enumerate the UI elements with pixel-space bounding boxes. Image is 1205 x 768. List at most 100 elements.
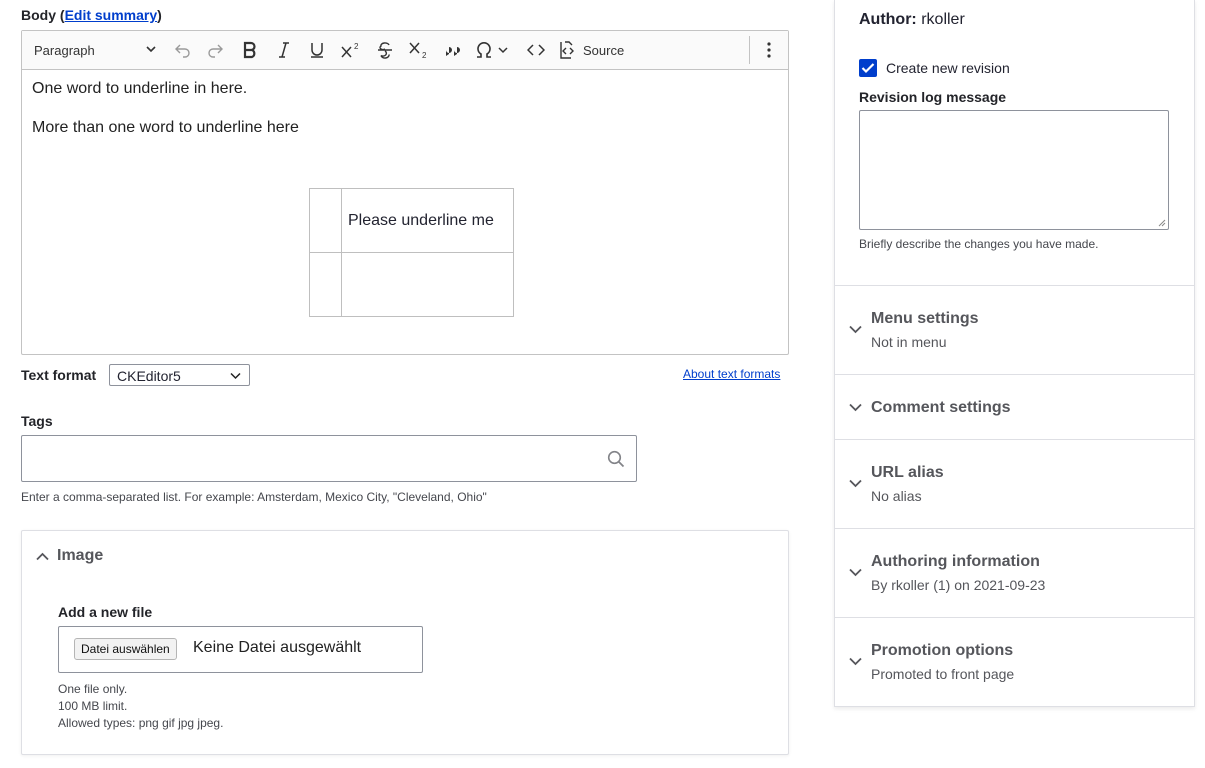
url-alias-section[interactable]: URL alias No alias	[835, 439, 1194, 528]
body-label-prefix: Body (	[21, 7, 65, 23]
file-desc-line: One file only.	[58, 682, 128, 696]
image-summary-label: Image	[57, 547, 104, 564]
image-summary-toggle[interactable]: Image	[36, 547, 103, 565]
chevron-down-icon	[849, 325, 862, 334]
source-editing-button[interactable]: Source	[557, 31, 629, 69]
no-file-text: Keine Datei ausgewählt	[193, 639, 362, 656]
section-summary: By rkoller (1) on 2021-09-23	[871, 577, 1046, 593]
undo-icon	[175, 44, 190, 58]
tags-label: Tags	[21, 413, 53, 429]
file-upload-input: Datei auswählen Keine Datei ausgewählt	[58, 626, 423, 673]
bold-button[interactable]	[238, 31, 262, 69]
table-cell[interactable]	[309, 252, 342, 317]
promotion-options-section[interactable]: Promotion options Promoted to front page	[835, 617, 1194, 706]
more-items-button[interactable]	[757, 31, 781, 69]
redo-button[interactable]	[203, 31, 227, 69]
editor-paragraph-2[interactable]: More than one word to underline here	[32, 118, 778, 137]
special-characters-icon	[477, 42, 491, 58]
section-title: Comment settings	[871, 399, 1011, 416]
body-field-label: Body (Edit summary)	[21, 7, 162, 23]
authoring-information-section[interactable]: Authoring information By rkoller (1) on …	[835, 528, 1194, 617]
superscript-button[interactable]: 2	[338, 31, 364, 69]
chevron-down-icon	[230, 372, 241, 380]
code-icon	[527, 44, 545, 56]
image-details: Image Add a new file Datei auswählen Kei…	[21, 530, 789, 755]
block-quote-button[interactable]	[441, 31, 465, 69]
meta-sidebar: Author: rkoller Create new revision Revi…	[834, 0, 1195, 707]
body-label-suffix: )	[157, 7, 162, 23]
author-info: Author: rkoller	[859, 11, 965, 29]
underline-icon	[311, 43, 323, 58]
file-description: One file only. 100 MB limit. Allowed typ…	[58, 681, 223, 732]
bold-icon	[243, 41, 256, 59]
editor-paragraph-1[interactable]: One word to underline in here.	[32, 79, 778, 98]
file-desc-line: 100 MB limit.	[58, 699, 128, 713]
section-title: Promotion options	[871, 642, 1014, 659]
strikethrough-button[interactable]	[373, 31, 397, 69]
text-format-select[interactable]: CKEditor5	[109, 364, 250, 386]
chevron-down-icon	[146, 46, 156, 53]
table-row: Please underline me	[309, 188, 514, 253]
undo-button[interactable]	[171, 31, 195, 69]
svg-text:2: 2	[422, 51, 427, 60]
resize-grip-icon[interactable]	[1158, 219, 1166, 227]
section-title: URL alias	[871, 464, 944, 481]
text-format-label: Text format	[21, 367, 97, 383]
editor-toolbar: Paragraph 2 2 Source	[22, 31, 788, 70]
search-icon	[607, 450, 625, 468]
tags-description: Enter a comma-separated list. For exampl…	[21, 490, 487, 504]
strikethrough-icon	[378, 42, 392, 59]
revision-log-textarea[interactable]	[859, 110, 1169, 230]
add-file-label: Add a new file	[58, 604, 153, 620]
chevron-down-icon	[849, 568, 862, 577]
italic-icon	[279, 42, 289, 58]
section-title: Menu settings	[871, 310, 979, 327]
checkmark-icon	[861, 63, 875, 74]
heading-dropdown-value: Paragraph	[34, 42, 95, 58]
table-cell[interactable]: Please underline me	[341, 188, 514, 253]
subscript-button[interactable]: 2	[406, 31, 432, 69]
more-items-icon	[767, 42, 771, 58]
create-revision-checkbox[interactable]	[859, 59, 877, 77]
chevron-up-icon	[36, 552, 49, 560]
source-label: Source	[583, 42, 625, 58]
chevron-down-icon	[849, 403, 862, 412]
author-label: Author:	[859, 11, 917, 28]
chevron-down-icon	[849, 657, 862, 666]
edit-summary-link[interactable]: Edit summary	[65, 7, 158, 23]
italic-button[interactable]	[272, 31, 296, 69]
special-characters-button[interactable]	[474, 31, 518, 69]
text-format-value: CKEditor5	[117, 368, 181, 384]
table-row	[309, 252, 514, 317]
author-name: rkoller	[921, 11, 965, 28]
underline-button[interactable]	[305, 31, 329, 69]
toolbar-separator	[749, 36, 750, 64]
code-button[interactable]	[524, 31, 548, 69]
block-quote-icon	[446, 47, 460, 56]
redo-icon	[208, 44, 223, 58]
revision-log-label: Revision log message	[859, 89, 1007, 105]
tags-input[interactable]	[21, 435, 637, 482]
create-revision-label[interactable]: Create new revision	[886, 60, 1010, 76]
section-title: Authoring information	[871, 553, 1040, 570]
heading-dropdown[interactable]: Paragraph	[30, 31, 158, 69]
file-desc-line: Allowed types: png gif jpg jpeg.	[58, 716, 224, 730]
editor-table[interactable]: Please underline me	[309, 188, 514, 317]
chevron-down-icon	[498, 47, 508, 54]
rich-text-editor: Paragraph 2 2 Source One word to underli…	[21, 30, 789, 355]
source-editing-icon	[560, 41, 574, 59]
chevron-down-icon	[849, 479, 862, 488]
svg-text:2: 2	[354, 42, 359, 51]
subscript-icon: 2	[409, 42, 427, 60]
section-summary: No alias	[871, 488, 922, 504]
menu-settings-section[interactable]: Menu settings Not in menu	[835, 285, 1194, 374]
choose-file-button[interactable]: Datei auswählen	[74, 638, 177, 660]
about-text-formats-link[interactable]: About text formats	[683, 367, 780, 381]
section-summary: Not in menu	[871, 334, 947, 350]
section-summary: Promoted to front page	[871, 666, 1015, 682]
superscript-icon: 2	[341, 42, 359, 58]
comment-settings-section[interactable]: Comment settings	[835, 374, 1194, 439]
table-cell[interactable]	[341, 252, 514, 317]
table-cell[interactable]	[309, 188, 342, 253]
editor-content[interactable]: One word to underline in here. More than…	[32, 79, 778, 157]
